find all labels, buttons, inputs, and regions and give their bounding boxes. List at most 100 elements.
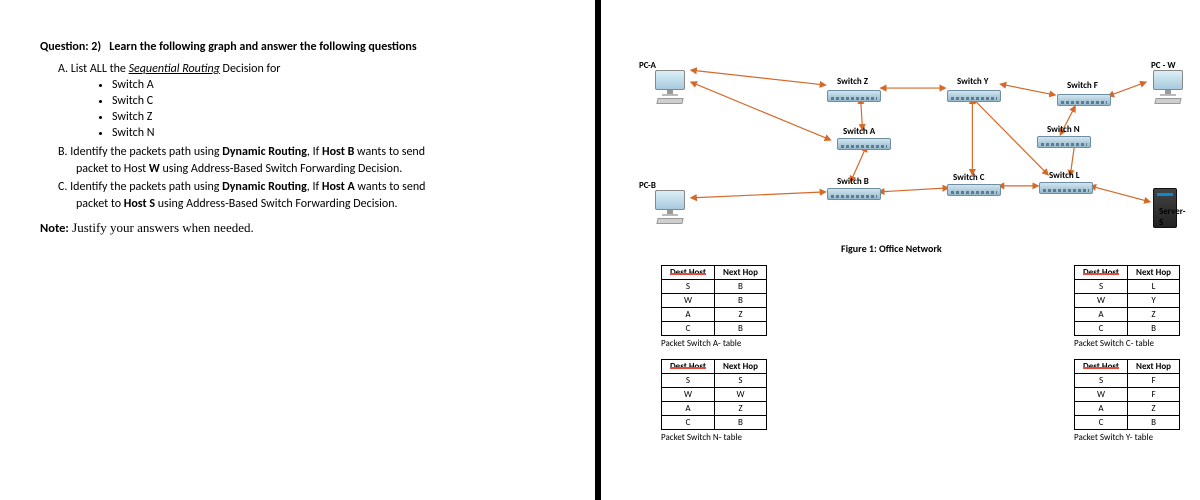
cell: S: [1075, 374, 1128, 388]
b-pre: B. Identify the packets path using: [58, 145, 222, 159]
pc-b-icon: [651, 190, 689, 228]
q-rest: Learn the following graph and answer the…: [109, 40, 416, 54]
c2-pre: packet to: [76, 197, 124, 211]
right-tables-col: Dest HostNext Hop SL WY AZ CB Packet Swi…: [1074, 265, 1180, 443]
c-mid: , If: [307, 180, 322, 194]
cell: A: [662, 402, 715, 416]
cell: C: [1075, 322, 1128, 336]
part-b-line2: packet to Host W using Address-Based Swi…: [76, 161, 555, 178]
cap-a: Packet Switch A- table: [661, 338, 767, 349]
cell: W: [662, 294, 715, 308]
pc-w-icon: [1149, 70, 1187, 108]
c2-post: using Address-Based Switch Forwarding De…: [155, 197, 398, 211]
th-dest: Dest Host: [670, 267, 706, 278]
cell: S: [1075, 280, 1128, 294]
table-y: Dest HostNext Hop SF WF AZ CB: [1074, 359, 1180, 430]
switch-l-icon: [1039, 182, 1093, 194]
q-prefix: Question: 2): [40, 40, 101, 54]
table-a: Dest HostNext Hop SB WB AZ CB: [661, 265, 767, 336]
note-rest: Justify your answers when needed.: [69, 220, 254, 235]
cell: Z: [1128, 308, 1180, 322]
cell: B: [1128, 416, 1180, 430]
switch-y-icon: [947, 90, 1001, 102]
cell: A: [1075, 308, 1128, 322]
cell: Z: [714, 308, 766, 322]
question-title: Question: 2) Learn the following graph a…: [40, 40, 555, 54]
label-sb: Switch B: [837, 176, 869, 187]
b2-pre: packet to Host: [76, 162, 149, 176]
switch-z-icon: [827, 90, 881, 102]
switch-c-icon: [947, 184, 1001, 196]
table-c: Dest HostNext Hop SL WY AZ CB: [1074, 265, 1180, 336]
b2-post: using Address-Based Switch Forwarding De…: [160, 162, 403, 176]
network-diagram: PC-A PC - W PC-B Server- S Switch Z Swit…: [611, 10, 1190, 250]
cell: L: [1128, 280, 1180, 294]
c-after: wants to send: [355, 180, 426, 194]
part-a: A. List ALL the Sequential Routing Decis…: [58, 62, 555, 76]
b-mid: , If: [307, 145, 322, 159]
table-c-wrap: Dest HostNext Hop SL WY AZ CB Packet Swi…: [1074, 265, 1180, 349]
label-sa: Switch A: [843, 126, 875, 137]
note-bold: Note:: [40, 221, 69, 236]
switch-n-icon: [1037, 136, 1091, 148]
b-b1: Dynamic Routing: [222, 145, 307, 159]
cell: B: [1128, 322, 1180, 336]
c-b2: Host A: [322, 180, 355, 194]
cap-y: Packet Switch Y- table: [1074, 432, 1180, 443]
th-dest: Dest Host: [670, 361, 706, 372]
cell: C: [662, 416, 715, 430]
th-hop: Next Hop: [714, 266, 766, 280]
cell: Z: [1128, 402, 1180, 416]
label-sl: Switch L: [1049, 170, 1080, 181]
cap-n: Packet Switch N- table: [661, 432, 767, 443]
th-hop: Next Hop: [1128, 360, 1180, 374]
cell: B: [714, 322, 766, 336]
bullet-sw-n: Switch N: [112, 126, 555, 140]
bullet-sw-z: Switch Z: [112, 110, 555, 124]
question-pane: Question: 2) Learn the following graph a…: [0, 0, 595, 500]
label-sn: Switch N: [1047, 124, 1080, 135]
cell: F: [1128, 374, 1180, 388]
th-hop: Next Hop: [714, 360, 766, 374]
part-b-line1: B. Identify the packets path using Dynam…: [58, 144, 555, 161]
cell: Z: [714, 402, 766, 416]
b-after: wants to send: [354, 145, 425, 159]
label-sf: Switch F: [1067, 80, 1098, 91]
cap-c: Packet Switch C- table: [1074, 338, 1180, 349]
cell: C: [662, 322, 715, 336]
cell: W: [662, 388, 715, 402]
bullet-sw-a: Switch A: [112, 78, 555, 92]
cell: W: [1075, 294, 1128, 308]
th-hop: Next Hop: [1128, 266, 1180, 280]
cell: S: [662, 374, 715, 388]
cell: C: [1075, 416, 1128, 430]
cell: F: [1128, 388, 1180, 402]
label-server: Server- S: [1159, 206, 1190, 228]
c-pre: C. Identify the packets path using: [58, 180, 222, 194]
cell: S: [714, 374, 766, 388]
switch-a-icon: [837, 138, 891, 150]
switch-f-icon: [1057, 94, 1111, 106]
routing-tables: Dest HostNext Hop SB WB AZ CB Packet Swi…: [661, 265, 1180, 443]
pc-a-icon: [651, 70, 689, 108]
table-y-wrap: Dest HostNext Hop SF WF AZ CB Packet Swi…: [1074, 359, 1180, 443]
cell: S: [662, 280, 715, 294]
c-b1: Dynamic Routing: [222, 180, 307, 194]
table-a-wrap: Dest HostNext Hop SB WB AZ CB Packet Swi…: [661, 265, 767, 349]
table-n: Dest HostNext Hop SS WW AZ CB: [661, 359, 767, 430]
figure-caption: Figure 1: Office Network: [841, 242, 942, 255]
cell: A: [662, 308, 715, 322]
b-b2: Host B: [322, 145, 354, 159]
part-c-line2: packet to Host S using Address-Based Swi…: [76, 196, 555, 213]
bullet-sw-c: Switch C: [112, 94, 555, 108]
cell: A: [1075, 402, 1128, 416]
b2-b: W: [149, 162, 160, 176]
left-tables-col: Dest HostNext Hop SB WB AZ CB Packet Swi…: [661, 265, 767, 443]
cell: B: [714, 280, 766, 294]
c2-b: Host S: [124, 197, 155, 211]
a-bullets: Switch A Switch C Switch Z Switch N: [112, 78, 555, 140]
cell: W: [714, 388, 766, 402]
note-line: Note: Justify your answers when needed.: [40, 220, 555, 236]
label-sz: Switch Z: [837, 76, 868, 87]
table-n-wrap: Dest HostNext Hop SS WW AZ CB Packet Swi…: [661, 359, 767, 443]
